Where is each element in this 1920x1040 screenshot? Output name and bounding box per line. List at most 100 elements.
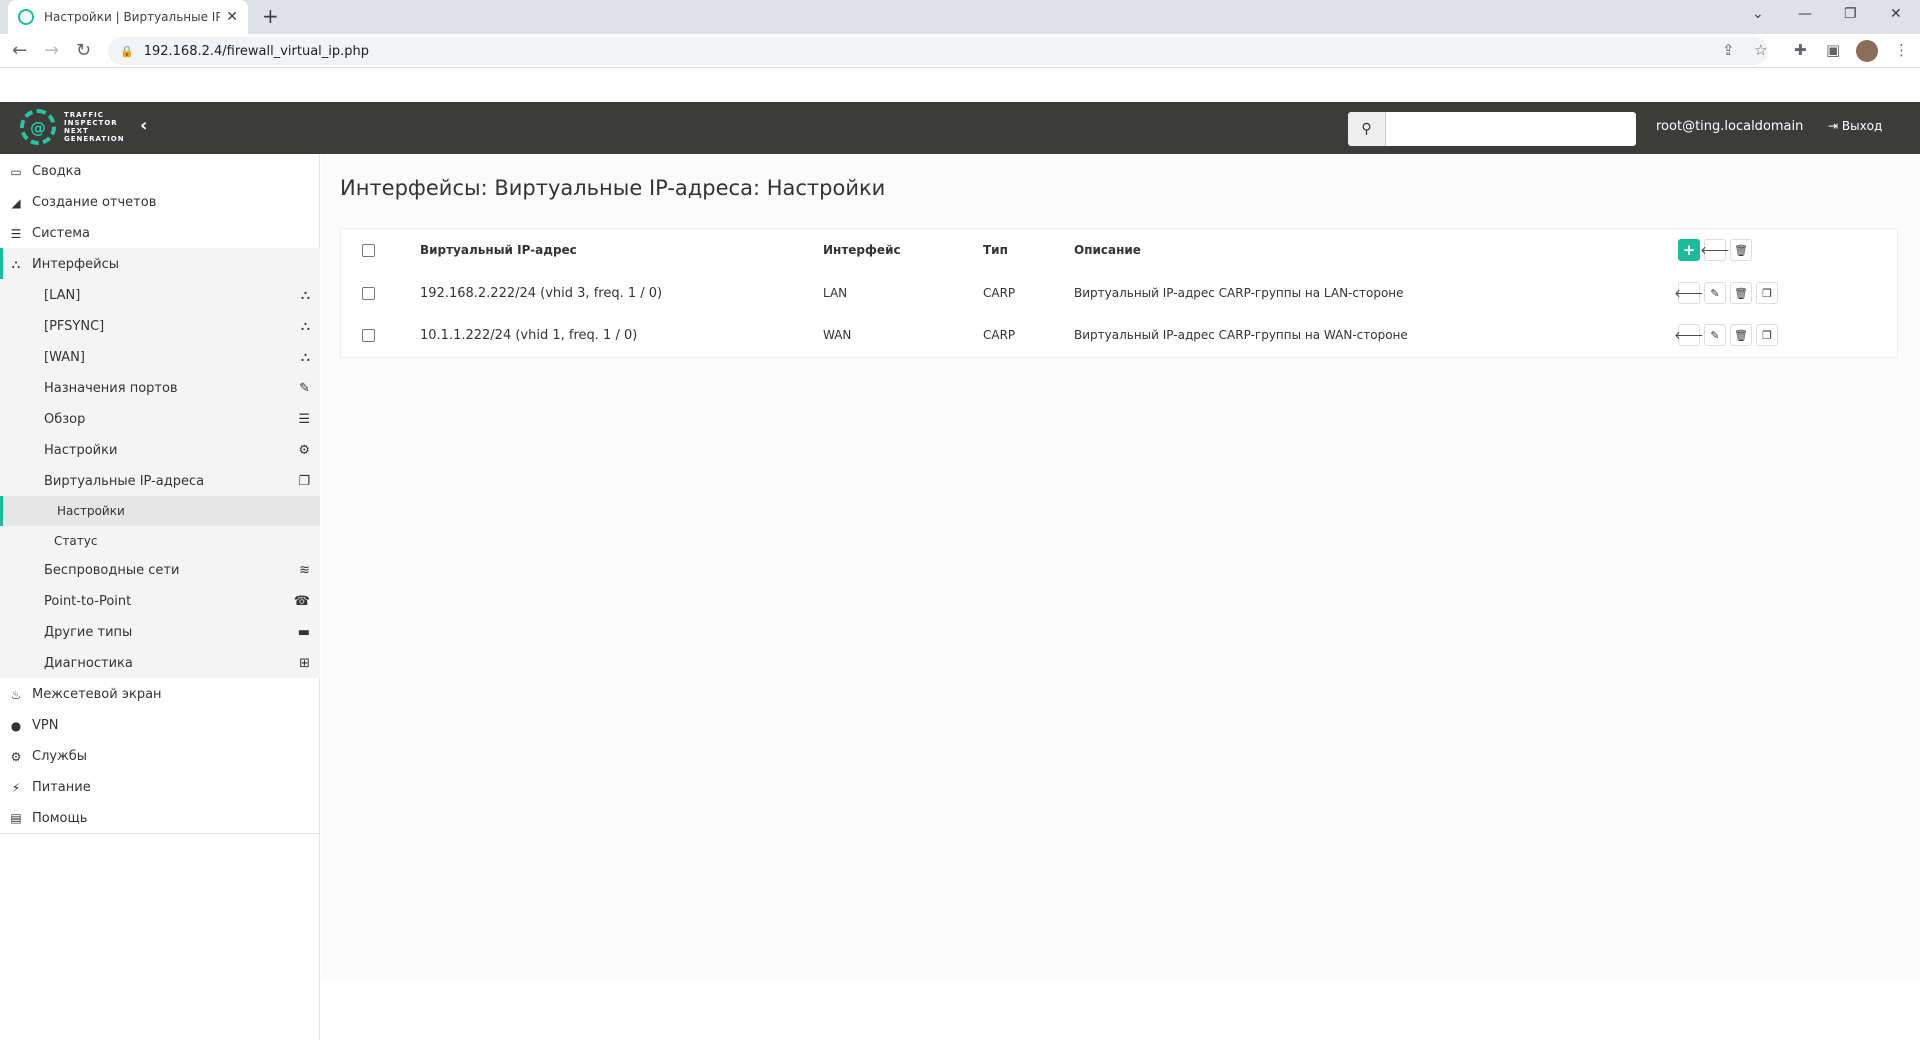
col-interface[interactable]: Интерфейс [823, 243, 901, 257]
label: Помощь [32, 810, 88, 826]
move-button[interactable]: 🡐 [1674, 282, 1704, 304]
url-field[interactable]: 🔒 192.168.2.4/firewall_virtual_ip.php [108, 37, 1768, 65]
address-bar-row: ← → ↻ 🔒 192.168.2.4/firewall_virtual_ip.… [0, 34, 1920, 68]
sidebar-item-settings[interactable]: Настройки ⚙ [0, 435, 320, 466]
new-tab-button[interactable]: + [262, 4, 279, 28]
phone-icon: ☎ [293, 594, 310, 609]
sidebar-item-wan[interactable]: [WAN] ⛬ [0, 342, 320, 373]
sidebar-item-vpn[interactable]: ● VPN [0, 710, 320, 741]
address-cell: 10.1.1.222/24 (vhid 1, freq. 1 / 0) [420, 327, 638, 343]
clone-button[interactable]: ❐ [1756, 282, 1778, 304]
sitemap-icon: ⛬ [300, 288, 310, 303]
logo[interactable]: @ TRAFFIC INSPECTOR NEXT GENERATION [20, 109, 124, 145]
sidebar-item-ppp[interactable]: Point-to-Point ☎ [0, 586, 320, 617]
label: Межсетевой экран [32, 687, 162, 702]
col-address[interactable]: Виртуальный IP-адрес [420, 243, 577, 257]
share-icon[interactable]: ⇪ [1722, 41, 1735, 59]
logout-label: Выход [1841, 119, 1883, 133]
profile-avatar[interactable] [1856, 40, 1878, 62]
label: Система [32, 226, 91, 241]
medkit-icon: ⊞ [299, 656, 310, 671]
clone-button[interactable]: ❐ [1756, 324, 1778, 346]
move-button[interactable]: 🡐 [1674, 324, 1704, 346]
col-description[interactable]: Описание [1074, 243, 1141, 257]
forward-icon[interactable]: → [44, 40, 59, 61]
sidepanel-icon[interactable]: ▣ [1826, 41, 1840, 59]
delete-selected-button[interactable]: 🗑 [1730, 239, 1752, 261]
area-chart-icon: ◢ [11, 195, 21, 210]
select-all-checkbox[interactable] [362, 243, 375, 257]
sidebar-item-firewall[interactable]: ♨ Межсетевой экран [0, 679, 320, 710]
close-window-button[interactable]: ✕ [1890, 6, 1902, 22]
sidebar-item-power[interactable]: ⚡ Питание [0, 772, 320, 803]
search-box: ⚲ [1348, 112, 1636, 146]
user-label[interactable]: root@ting.localdomain [1656, 119, 1803, 134]
row-checkbox[interactable] [362, 286, 375, 300]
type-cell: CARP [983, 328, 1016, 342]
sidebar-item-virtual-ips[interactable]: Виртуальные IP-адреса ❐ [0, 466, 320, 497]
apply-arrow-button[interactable]: 🡐 [1700, 239, 1730, 261]
menu-icon[interactable]: ⋮ [1894, 41, 1909, 59]
address-cell: 192.168.2.222/24 (vhid 3, freq. 1 / 0) [420, 285, 663, 301]
star-icon[interactable]: ☆ [1754, 41, 1767, 59]
label: [WAN] [44, 350, 85, 365]
search-input[interactable] [1386, 112, 1636, 146]
close-tab-icon[interactable]: ✕ [226, 9, 238, 25]
delete-button[interactable]: 🗑 [1730, 324, 1752, 346]
sidebar-item-dashboard[interactable]: ▭ Сводка [0, 156, 320, 187]
logout-link[interactable]: ⇥ Выход [1828, 119, 1882, 133]
book-icon: ▤ [10, 811, 22, 825]
tasks-icon: ☰ [298, 412, 310, 427]
restore-button[interactable]: ❐ [1844, 6, 1857, 22]
server-icon: ☰ [10, 226, 22, 241]
label: Обзор [44, 412, 86, 427]
row-checkbox[interactable] [362, 328, 375, 342]
description-cell: Виртуальный IP-адрес CARP-группы на LAN-… [1074, 286, 1404, 300]
reload-icon[interactable]: ↻ [76, 40, 91, 61]
label: Интерфейсы [32, 257, 120, 272]
sidebar-item-services[interactable]: ⚙ Службы [0, 741, 320, 772]
main-content: Интерфейсы: Виртуальные IP-адреса: Настр… [321, 154, 1920, 980]
sidebar-item-pfsync[interactable]: [PFSYNC] ⛬ [0, 311, 320, 342]
collapse-sidebar-icon[interactable]: ‹ [140, 115, 147, 136]
label: Беспроводные сети [44, 563, 180, 578]
sidebar-item-wireless[interactable]: Беспроводные сети ≋ [0, 555, 320, 586]
label: Назначения портов [44, 381, 178, 396]
add-button[interactable]: + [1678, 239, 1700, 261]
sidebar-item-interfaces[interactable]: ⛬ Интерфейсы [0, 249, 320, 280]
edit-button[interactable]: ✎ [1704, 324, 1726, 346]
sidebar-item-assignments[interactable]: Назначения портов ✎ [0, 373, 320, 404]
sidebar-item-vip-status[interactable]: Статус [0, 526, 320, 555]
label: Создание отчетов [32, 195, 157, 210]
label: Другие типы [44, 625, 133, 640]
lock-icon: 🔒 [120, 44, 134, 58]
tab-title: Настройки | Виртуальные IP-адреса [44, 10, 221, 24]
label: [LAN] [44, 288, 81, 303]
extensions-icon[interactable]: ✚ [1794, 41, 1807, 59]
sidebar-item-diagnostics[interactable]: Диагностика ⊞ [0, 648, 320, 679]
search-icon[interactable]: ⚲ [1348, 112, 1386, 146]
archive-icon: ▬ [297, 625, 310, 640]
label: Сводка [32, 164, 82, 179]
sidebar-item-overview[interactable]: Обзор ☰ [0, 404, 320, 435]
minimize-button[interactable]: — [1798, 6, 1812, 22]
table-header: Виртуальный IP-адрес Интерфейс Тип Описа… [341, 229, 1897, 271]
sidebar-item-lan[interactable]: [LAN] ⛬ [0, 280, 320, 311]
sidebar-item-other-types[interactable]: Другие типы ▬ [0, 617, 320, 648]
sidebar-item-system[interactable]: ☰ Система [0, 218, 320, 249]
tab-search-icon[interactable]: ⌄ [1752, 6, 1764, 22]
browser-tab[interactable]: Настройки | Виртуальные IP-адреса ✕ [8, 0, 248, 34]
sidebar-item-help[interactable]: ▤ Помощь [0, 803, 320, 834]
col-type[interactable]: Тип [983, 243, 1008, 257]
edit-button[interactable]: ✎ [1704, 282, 1726, 304]
delete-button[interactable]: 🗑 [1730, 282, 1752, 304]
app-header: @ TRAFFIC INSPECTOR NEXT GENERATION ‹ ⚲ … [0, 102, 1920, 154]
virtual-ip-table: Виртуальный IP-адрес Интерфейс Тип Описа… [340, 228, 1898, 358]
sidebar-item-reporting[interactable]: ◢ Создание отчетов [0, 187, 320, 218]
label: [PFSYNC] [44, 319, 105, 334]
description-cell: Виртуальный IP-адрес CARP-группы на WAN-… [1074, 328, 1408, 342]
sidebar-item-vip-settings[interactable]: Настройки [0, 496, 320, 526]
sitemap-icon: ⛬ [11, 257, 21, 271]
interface-cell: WAN [823, 328, 852, 342]
back-icon[interactable]: ← [12, 40, 27, 61]
